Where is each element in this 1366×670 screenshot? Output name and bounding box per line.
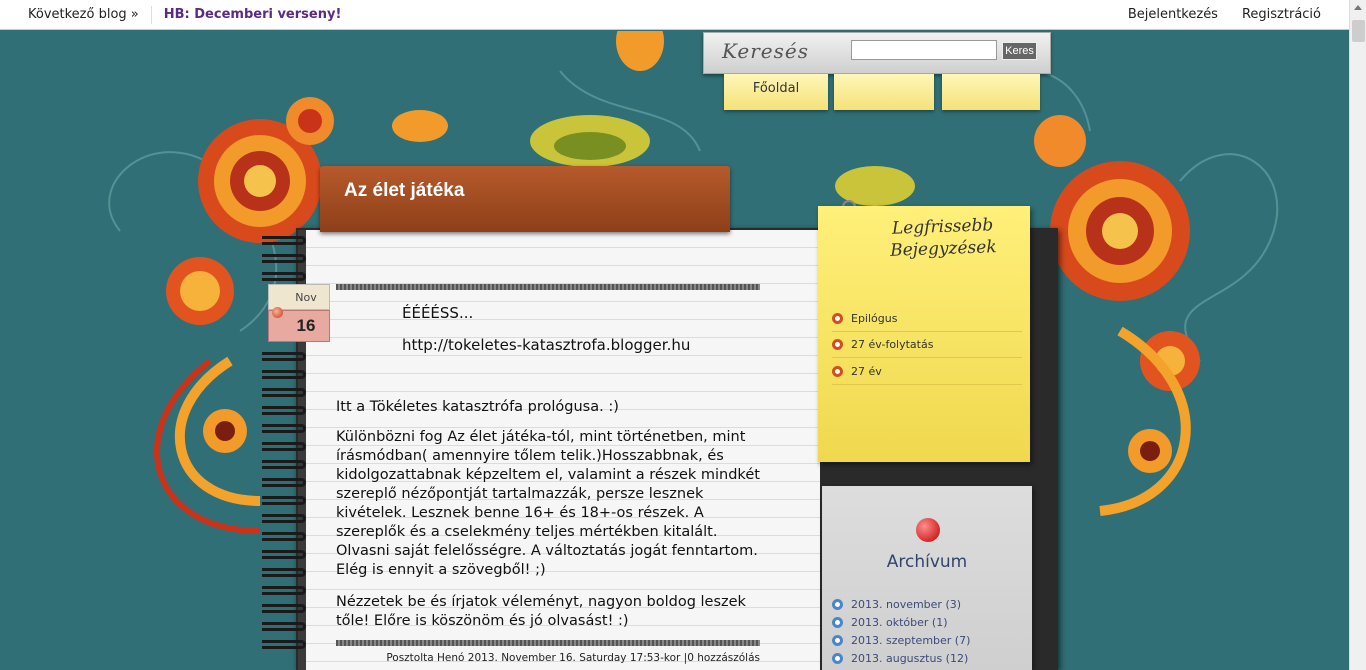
search-input[interactable]: [851, 40, 997, 60]
recent-posts-widget: Legfrissebb Bejegyzések Epilógus 27 év-f…: [818, 206, 1030, 462]
tab-home[interactable]: Főoldal: [724, 74, 828, 110]
post-paragraph-1: Itt a Tökéletes katasztrófa prológusa. :…: [336, 399, 619, 415]
divider: [150, 6, 152, 24]
bullet-icon: [832, 339, 843, 350]
bullet-icon: [832, 635, 843, 646]
login-link[interactable]: Bejelentkezés: [1128, 7, 1218, 22]
recent-posts-heading: Legfrissebb Bejegyzések: [889, 215, 997, 261]
archive-item[interactable]: 2013. augusztus (12): [832, 652, 968, 665]
archive-item-label[interactable]: 2013. október (1): [851, 616, 947, 629]
post-paragraph-2: Különbözni fog Az élet játéka-tól, mint …: [336, 429, 760, 578]
vertical-scrollbar[interactable]: [1349, 0, 1366, 670]
recent-post-label[interactable]: 27 év: [851, 365, 882, 378]
recent-post-label[interactable]: Epilógus: [851, 312, 897, 325]
register-link[interactable]: Regisztráció: [1242, 7, 1321, 22]
bullet-icon: [832, 599, 843, 610]
bullet-icon: [832, 617, 843, 628]
archive-item[interactable]: 2013. szeptember (7): [832, 634, 970, 647]
post-link[interactable]: http://tokeletes-katasztrofa.blogger.hu: [402, 336, 690, 354]
tab-blank-1[interactable]: [834, 74, 934, 110]
post-top-rule: [336, 284, 760, 290]
scrollbar-thumb[interactable]: [1352, 20, 1365, 42]
pushpin-icon: [916, 518, 940, 542]
recent-post-item[interactable]: 27 év-folytatás: [832, 338, 1022, 358]
pin-icon: [272, 307, 283, 318]
post-title[interactable]: ÉÉÉÉSS...: [402, 304, 473, 322]
blog-title-banner: Az élet játéka: [320, 166, 730, 232]
archive-item[interactable]: 2013. november (3): [832, 598, 961, 611]
recent-post-item[interactable]: 27 év: [832, 365, 1022, 385]
promo-link[interactable]: HB: Decemberi verseny!: [164, 7, 342, 25]
recent-post-item[interactable]: Epilógus: [832, 312, 1022, 332]
search-label: Keresés: [722, 39, 809, 63]
search-box: Keresés Keres: [703, 32, 1051, 74]
archive-heading: Archívum: [886, 552, 968, 572]
archive-item-label[interactable]: 2013. augusztus (12): [851, 652, 968, 665]
next-blog-link[interactable]: Következő blog »: [28, 7, 139, 25]
top-navbar: Következő blog » HB: Decemberi verseny! …: [0, 0, 1366, 30]
search-button[interactable]: Keres: [1002, 42, 1037, 60]
archive-item-label[interactable]: 2013. szeptember (7): [851, 634, 970, 647]
blog-title[interactable]: Az élet játéka: [344, 180, 464, 202]
bullet-icon: [832, 313, 843, 324]
archive-item-label[interactable]: 2013. november (3): [851, 598, 961, 611]
recent-post-label[interactable]: 27 év-folytatás: [851, 338, 933, 351]
archive-item[interactable]: 2013. október (1): [832, 616, 947, 629]
bullet-icon: [832, 653, 843, 664]
archive-widget: Archívum 2013. november (3) 2013. októbe…: [822, 486, 1032, 670]
post-paragraph-3: Nézzetek be és írjatok véleményt, nagyon…: [336, 594, 746, 629]
post-date-tag: Nov 16: [268, 284, 330, 342]
scroll-up-icon[interactable]: [1354, 5, 1362, 10]
post-bottom-rule: [336, 640, 760, 646]
bullet-icon: [832, 366, 843, 377]
tab-blank-2[interactable]: [942, 74, 1040, 110]
post-footer: Posztolta Henó 2013. November 16. Saturd…: [386, 652, 760, 664]
